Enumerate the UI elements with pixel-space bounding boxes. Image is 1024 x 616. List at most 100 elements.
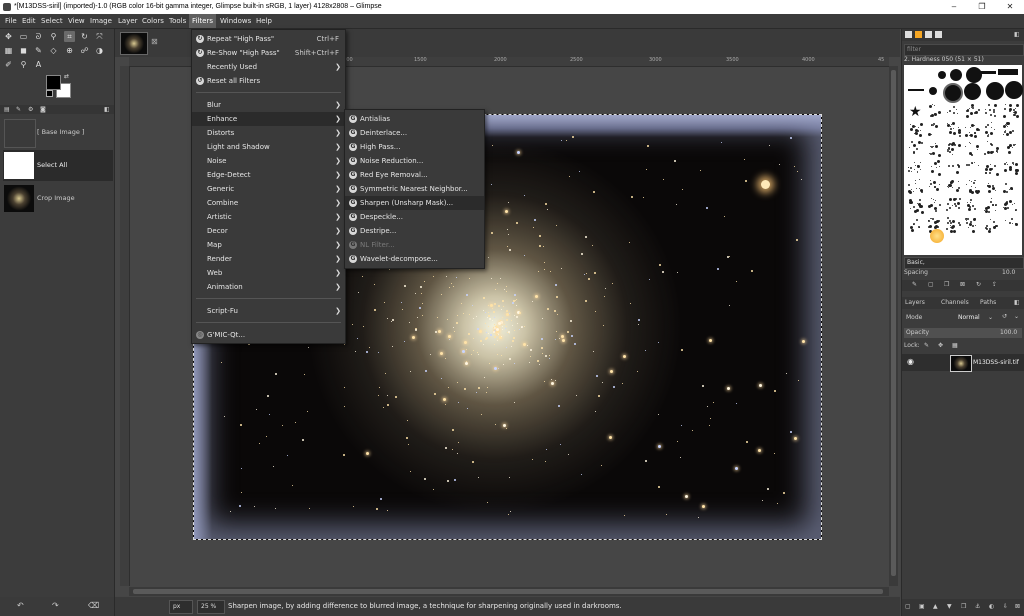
- undo-item-base-image[interactable]: [ Base Image ]: [3, 117, 113, 148]
- menu-item-blur[interactable]: Blur ❯: [192, 98, 345, 112]
- star-brush-icon[interactable]: ★: [909, 105, 922, 119]
- lower-layer-icon[interactable]: ▼: [947, 603, 952, 610]
- fonts-tab-icon[interactable]: [925, 31, 932, 38]
- edit-brush-icon[interactable]: ✎: [912, 281, 917, 288]
- brush-item[interactable]: [946, 141, 962, 156]
- brush-item[interactable]: [1003, 141, 1018, 156]
- raise-layer-icon[interactable]: ▲: [933, 603, 938, 610]
- open-brush-icon[interactable]: ⇪: [992, 281, 997, 288]
- menu-item-symmetric-nearest-neighbor[interactable]: G Symmetric Nearest Neighbor...: [345, 182, 484, 196]
- brush-item[interactable]: [908, 179, 923, 194]
- horizontal-scroll-thumb[interactable]: [133, 589, 883, 594]
- menu-windows[interactable]: Windows: [217, 14, 254, 28]
- brush-item[interactable]: [927, 122, 942, 137]
- menu-item-reshow-filter[interactable]: ↻ Re-Show "High Pass" Shift+Ctrl+F: [192, 46, 345, 60]
- menu-filters[interactable]: Filters: [189, 14, 216, 28]
- fuzzy-select-tool-icon[interactable]: ⚲: [48, 31, 59, 42]
- brush-item[interactable]: [927, 141, 942, 157]
- text-tool-icon[interactable]: A: [33, 59, 44, 70]
- brush-item[interactable]: [965, 141, 980, 156]
- brush-item[interactable]: [938, 71, 946, 79]
- brush-item[interactable]: [965, 198, 980, 213]
- eraser-tool-icon[interactable]: ◇: [48, 45, 59, 56]
- close-tab-icon[interactable]: ⊠: [151, 37, 158, 46]
- brush-item[interactable]: [1003, 179, 1018, 194]
- brush-item[interactable]: [946, 103, 961, 118]
- chevron-down-icon[interactable]: ⌄: [1014, 313, 1019, 320]
- delete-brush-icon[interactable]: ⊠: [960, 281, 965, 288]
- menu-item-render[interactable]: Render ❯: [192, 252, 345, 266]
- menu-item-unsharp-mask[interactable]: G Sharpen (Unsharp Mask)...: [345, 196, 484, 210]
- brush-item[interactable]: [1003, 198, 1018, 213]
- brush-item[interactable]: [908, 160, 923, 175]
- bucket-fill-tool-icon[interactable]: ◼: [18, 45, 29, 56]
- brush-item[interactable]: [927, 198, 942, 213]
- brush-item[interactable]: [984, 103, 999, 118]
- brush-preset-field[interactable]: Basic,: [904, 257, 1024, 269]
- brush-icon[interactable]: ✎: [16, 106, 21, 113]
- zoom-select[interactable]: 25 %: [197, 600, 225, 614]
- brush-item[interactable]: [930, 229, 944, 243]
- brush-item[interactable]: [908, 141, 923, 156]
- close-button[interactable]: ✕: [996, 0, 1024, 14]
- color-picker-tool-icon[interactable]: ⚲: [18, 59, 29, 70]
- menu-file[interactable]: File: [2, 14, 20, 28]
- tab-channels[interactable]: Channels: [941, 299, 969, 306]
- brush-item[interactable]: [964, 83, 981, 100]
- image-list-icon[interactable]: ▤: [4, 106, 10, 113]
- menu-item-script-fu[interactable]: Script-Fu ❯: [192, 304, 345, 318]
- menu-view[interactable]: View: [65, 14, 88, 28]
- reset-mode-icon[interactable]: ↺: [1002, 313, 1007, 320]
- menu-item-red-eye-removal[interactable]: G Red Eye Removal...: [345, 168, 484, 182]
- brush-item[interactable]: [946, 160, 961, 175]
- menu-help[interactable]: Help: [253, 14, 275, 28]
- brush-item[interactable]: [1003, 122, 1018, 137]
- menu-item-distorts[interactable]: Distorts ❯: [192, 126, 345, 140]
- lock-position-icon[interactable]: ✥: [938, 342, 943, 349]
- layer-row[interactable]: ◉ M13DSS-siril.tif: [902, 354, 1024, 372]
- tab-paths[interactable]: Paths: [980, 299, 996, 306]
- menu-item-noise[interactable]: Noise ❯: [192, 154, 345, 168]
- move-tool-icon[interactable]: ✥: [3, 31, 14, 42]
- duplicate-layer-icon[interactable]: ❐: [961, 603, 966, 610]
- delete-layer-icon[interactable]: ⊠: [1015, 603, 1020, 610]
- lock-pixels-icon[interactable]: ✎: [924, 342, 929, 349]
- vertical-scroll-thumb[interactable]: [891, 70, 896, 576]
- brush-item[interactable]: [969, 71, 996, 74]
- brush-item[interactable]: [965, 217, 980, 233]
- panel-menu-icon[interactable]: ◧: [1014, 299, 1020, 306]
- menu-item-decor[interactable]: Decor ❯: [192, 224, 345, 238]
- vertical-scrollbar[interactable]: [889, 66, 898, 586]
- panel-menu-icon[interactable]: ◧: [1014, 31, 1020, 38]
- brush-item[interactable]: [946, 122, 962, 137]
- brush-item[interactable]: [984, 179, 999, 194]
- brush-item[interactable]: [984, 122, 999, 137]
- menu-item-recently-used[interactable]: Recently Used ❯: [192, 60, 345, 74]
- new-brush-icon[interactable]: ▢: [928, 281, 934, 288]
- menu-item-light-and-shadow[interactable]: Light and Shadow ❯: [192, 140, 345, 154]
- path-tool-icon[interactable]: ✐: [3, 59, 14, 70]
- menu-select[interactable]: Select: [38, 14, 66, 28]
- brush-item[interactable]: [966, 67, 982, 83]
- menu-item-noise-reduction[interactable]: G Noise Reduction...: [345, 154, 484, 168]
- undo-item-crop-image[interactable]: Crop Image: [3, 183, 113, 214]
- menu-item-web[interactable]: Web ❯: [192, 266, 345, 280]
- redo-icon[interactable]: ↷: [52, 601, 59, 610]
- menu-item-gmic-qt[interactable]: ◎ G'MIC-Qt...: [192, 328, 345, 342]
- tab-layers[interactable]: Layers: [905, 299, 925, 306]
- brush-item-selected[interactable]: [943, 83, 963, 103]
- minimize-button[interactable]: –: [940, 0, 968, 14]
- menu-item-artistic[interactable]: Artistic ❯: [192, 210, 345, 224]
- clear-history-icon[interactable]: ⌫: [88, 601, 99, 610]
- brush-item[interactable]: [965, 122, 980, 138]
- rect-select-tool-icon[interactable]: ▭: [18, 31, 29, 42]
- cage-tool-icon[interactable]: ▦: [3, 45, 14, 56]
- brush-filter-input[interactable]: filter: [904, 44, 1024, 56]
- clone-tool-icon[interactable]: ⊕: [64, 45, 75, 56]
- brush-item[interactable]: [946, 198, 961, 213]
- brush-item[interactable]: [965, 160, 980, 175]
- menu-item-destripe[interactable]: G Destripe...: [345, 224, 484, 238]
- menu-item-edge-detect[interactable]: Edge-Detect ❯: [192, 168, 345, 182]
- lock-alpha-icon[interactable]: ▦: [952, 342, 958, 349]
- menu-item-despeckle[interactable]: G Despeckle...: [345, 210, 484, 224]
